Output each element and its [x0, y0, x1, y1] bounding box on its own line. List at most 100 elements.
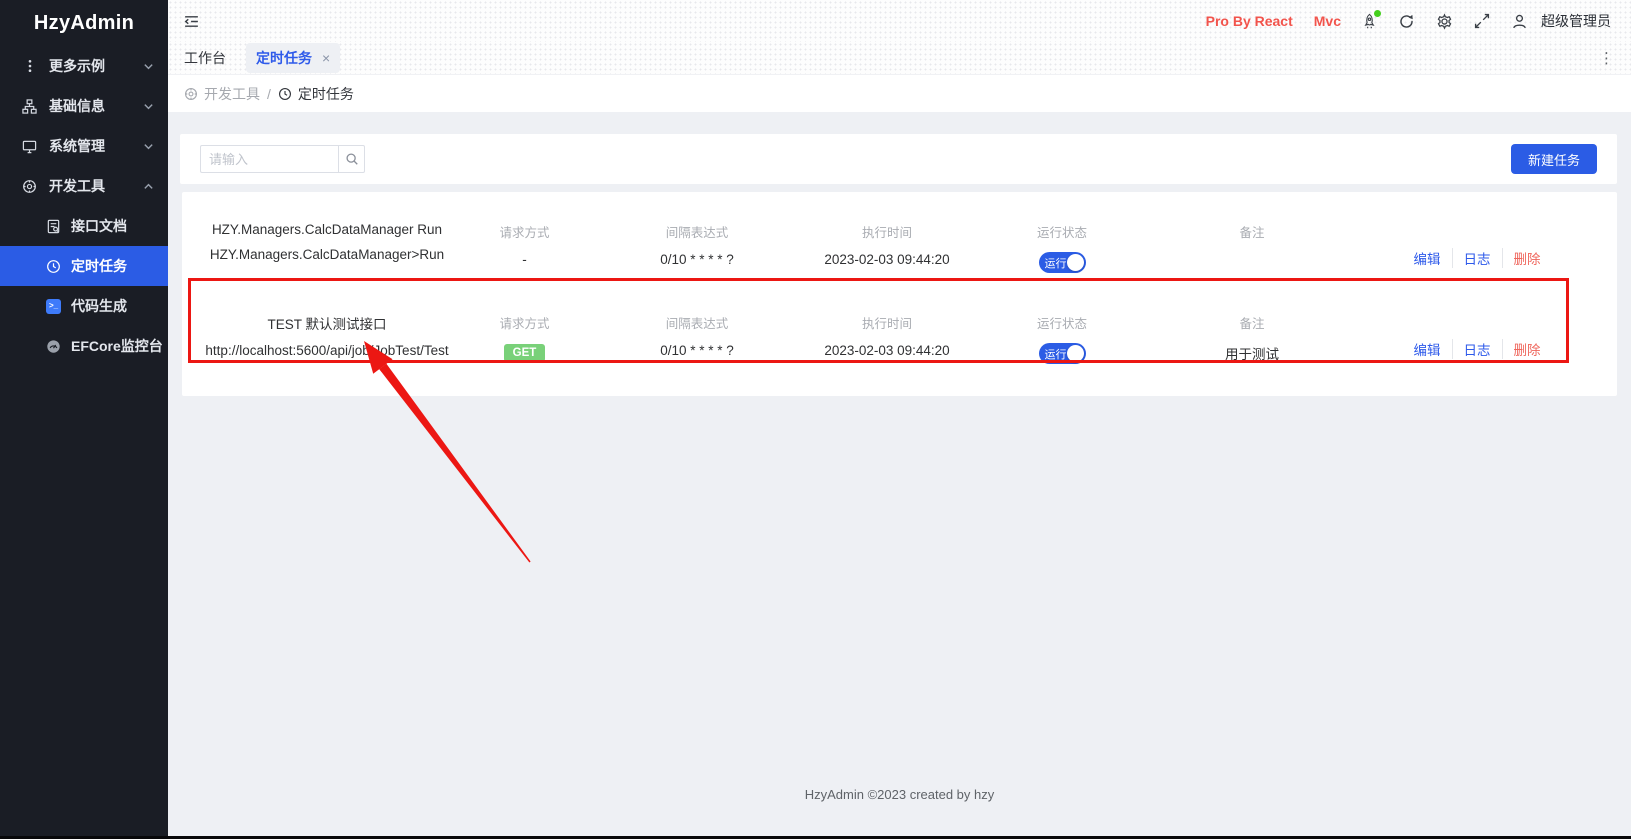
refresh-icon[interactable] [1398, 13, 1415, 30]
search-input[interactable] [200, 145, 338, 173]
footer-copyright: HzyAdmin ©2023 created by hzy [168, 787, 1631, 802]
sidebar-item-label: 接口文档 [71, 216, 127, 236]
rocket-icon[interactable] [1362, 13, 1377, 30]
search-icon [345, 152, 359, 166]
row-actions: 编辑 日志 删除 [1357, 248, 1597, 268]
toggle-knob [1067, 254, 1084, 271]
main-area: Pro By React Mvc 超级管理员 工作台 定时任务 [168, 0, 1631, 836]
status-toggle[interactable]: 运行 [1039, 343, 1086, 364]
sidebar-item-system-mgmt[interactable]: 系统管理 [0, 126, 168, 166]
log-button[interactable]: 日志 [1452, 339, 1502, 359]
task-name: HZY.Managers.CalcDataManager Run [202, 222, 452, 237]
sidebar-item-label: 更多示例 [49, 56, 105, 76]
time-cell: 执行时间 2023-02-03 09:44:20 [797, 222, 977, 267]
chevron-up-icon [143, 181, 154, 192]
task-table: HZY.Managers.CalcDataManager Run HZY.Man… [182, 192, 1617, 396]
method-badge: GET [504, 344, 546, 362]
tab-workbench[interactable]: 工作台 [184, 48, 226, 68]
clock-icon [46, 259, 61, 274]
time-cell: 执行时间 2023-02-03 09:44:20 [797, 313, 977, 358]
gauge-icon [46, 339, 61, 354]
delete-button[interactable]: 删除 [1502, 339, 1552, 359]
task-name-cell: TEST 默认测试接口 http://localhost:5600/api/jo… [202, 313, 452, 358]
row-actions: 编辑 日志 删除 [1357, 339, 1597, 359]
terminal-icon: >_ [46, 299, 61, 314]
sidebar-item-efcore-monitor[interactable]: EFCore监控台 [0, 326, 168, 366]
compass-icon [184, 87, 198, 101]
toggle-knob [1067, 345, 1084, 362]
menu-fold-icon[interactable] [183, 13, 200, 30]
cron-value: 0/10 * * * * ? [597, 343, 797, 358]
sidebar-item-label: 系统管理 [49, 136, 105, 156]
toolbar-card: 新建任务 [180, 134, 1617, 184]
remark-value: 用于测试 [1147, 343, 1357, 363]
top-header: Pro By React Mvc 超级管理员 [168, 0, 1631, 42]
search-button[interactable] [338, 145, 365, 173]
sidebar-item-label: EFCore监控台 [71, 336, 163, 356]
sidebar-item-label: 代码生成 [71, 296, 127, 316]
breadcrumb-parent[interactable]: 开发工具 [184, 84, 260, 104]
edit-button[interactable]: 编辑 [1403, 339, 1452, 359]
sidebar-item-code-gen[interactable]: >_ 代码生成 [0, 286, 168, 326]
tab-scheduled-tasks[interactable]: 定时任务 × [246, 43, 340, 73]
remark-cell: 备注 [1147, 222, 1357, 252]
header-right-group: Pro By React Mvc 超级管理员 [1206, 11, 1611, 31]
pro-by-react-link[interactable]: Pro By React [1206, 13, 1293, 29]
chevron-down-icon [143, 61, 154, 72]
sidebar-item-more-examples[interactable]: 更多示例 [0, 46, 168, 86]
current-user-name[interactable]: 超级管理员 [1541, 11, 1611, 31]
cron-cell: 间隔表达式 0/10 * * * * ? [597, 222, 797, 267]
method-cell: 请求方式 - [452, 222, 597, 267]
sidebar-item-label: 基础信息 [49, 96, 105, 116]
task-name-cell: HZY.Managers.CalcDataManager Run HZY.Man… [202, 222, 452, 262]
notification-dot [1374, 10, 1381, 17]
more-icon [22, 59, 37, 74]
method-value: - [452, 252, 597, 267]
time-value: 2023-02-03 09:44:20 [797, 252, 977, 267]
status-cell: 运行状态 运行 [977, 222, 1147, 273]
delete-button[interactable]: 删除 [1502, 248, 1552, 268]
task-row: HZY.Managers.CalcDataManager Run HZY.Man… [202, 202, 1597, 287]
document-icon [46, 219, 61, 234]
sitemap-icon [22, 99, 37, 114]
edit-button[interactable]: 编辑 [1403, 248, 1452, 268]
sidebar: HzyAdmin 更多示例 基础信息 系统管理 开发工具 [0, 0, 168, 836]
task-detail: HZY.Managers.CalcDataManager>Run [202, 247, 452, 262]
status-cell: 运行状态 运行 [977, 313, 1147, 364]
compass-icon [22, 179, 37, 194]
cron-value: 0/10 * * * * ? [597, 252, 797, 267]
user-icon[interactable] [1511, 13, 1528, 30]
task-detail: http://localhost:5600/api/job/JobTest/Te… [202, 343, 452, 358]
remark-cell: 备注 用于测试 [1147, 313, 1357, 363]
tab-label: 定时任务 [256, 48, 312, 68]
monitor-icon [22, 139, 37, 154]
fullscreen-icon[interactable] [1474, 13, 1490, 29]
time-value: 2023-02-03 09:44:20 [797, 343, 977, 358]
close-icon[interactable]: × [322, 51, 330, 65]
breadcrumb: 开发工具 / 定时任务 [168, 75, 1631, 112]
method-cell: 请求方式 GET [452, 313, 597, 362]
log-button[interactable]: 日志 [1452, 248, 1502, 268]
app-logo: HzyAdmin [0, 0, 168, 46]
sidebar-item-label: 开发工具 [49, 176, 105, 196]
sidebar-item-basic-info[interactable]: 基础信息 [0, 86, 168, 126]
content-area: 新建任务 HZY.Managers.CalcDataManager Run HZ… [168, 134, 1631, 839]
tab-overflow-icon[interactable]: ⋮ [1599, 49, 1615, 67]
mvc-link[interactable]: Mvc [1314, 13, 1341, 29]
task-row: TEST 默认测试接口 http://localhost:5600/api/jo… [202, 287, 1597, 378]
sidebar-item-scheduled-tasks[interactable]: 定时任务 [0, 246, 168, 286]
breadcrumb-separator: / [267, 86, 271, 102]
gear-icon[interactable] [1436, 13, 1453, 30]
sidebar-item-api-docs[interactable]: 接口文档 [0, 206, 168, 246]
search-group [200, 145, 365, 173]
status-toggle[interactable]: 运行 [1039, 252, 1086, 273]
clock-icon [278, 87, 292, 101]
task-name: TEST 默认测试接口 [202, 313, 452, 333]
sidebar-item-label: 定时任务 [71, 256, 127, 276]
cron-cell: 间隔表达式 0/10 * * * * ? [597, 313, 797, 358]
tab-bar: 工作台 定时任务 × ⋮ [168, 42, 1631, 75]
chevron-down-icon [143, 141, 154, 152]
sidebar-item-dev-tools[interactable]: 开发工具 [0, 166, 168, 206]
new-task-button[interactable]: 新建任务 [1511, 144, 1597, 174]
breadcrumb-current: 定时任务 [278, 84, 354, 104]
